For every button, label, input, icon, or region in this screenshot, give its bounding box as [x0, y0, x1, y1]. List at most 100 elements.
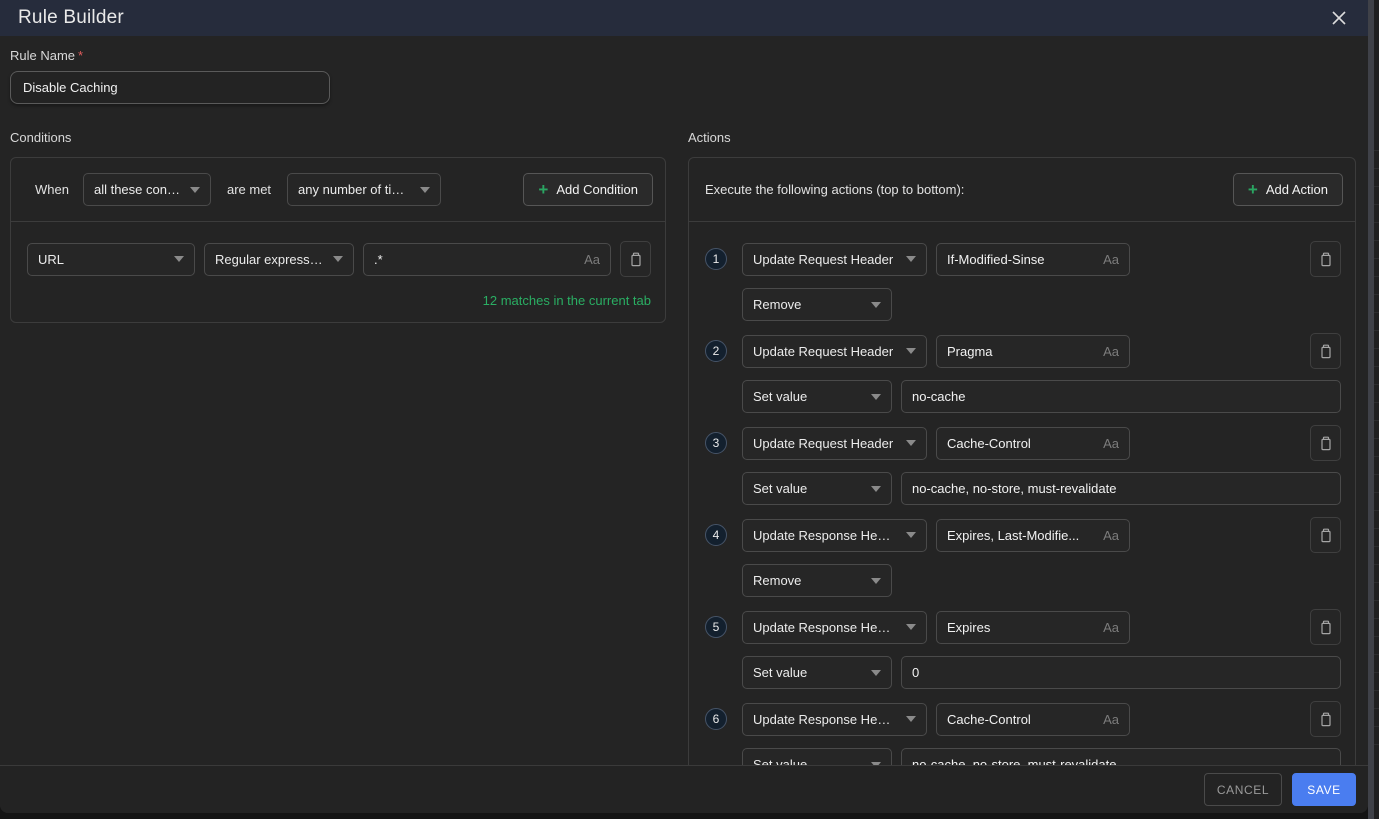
background-page-rowline: [1374, 330, 1379, 331]
action-type-dropdown[interactable]: Update Response Header: [742, 611, 927, 644]
action-number-badge: 6: [705, 708, 727, 730]
chevron-down-icon: [871, 302, 881, 308]
action-number-badge: 2: [705, 340, 727, 362]
condition-operator-dropdown[interactable]: Regular expression: [204, 243, 354, 276]
action-type-value: Update Response Header: [753, 620, 896, 635]
dialog-title: Rule Builder: [18, 7, 124, 29]
rule-name-label-text: Rule Name: [10, 48, 75, 63]
add-condition-button[interactable]: + Add Condition: [523, 173, 653, 206]
add-action-button[interactable]: + Add Action: [1233, 173, 1343, 206]
trash-icon: [1319, 620, 1333, 635]
cancel-button[interactable]: CANCEL: [1204, 773, 1282, 806]
chevron-down-icon: [906, 256, 916, 262]
header-name-field: Aa: [936, 703, 1130, 736]
chevron-down-icon: [871, 578, 881, 584]
chevron-down-icon: [333, 256, 343, 262]
condition-match-type-dropdown[interactable]: all these conditions: [83, 173, 211, 206]
background-page-rowline: [1374, 456, 1379, 457]
action-number-badge: 5: [705, 616, 727, 638]
trash-icon: [1319, 712, 1333, 727]
condition-row: URL Regular expression Aa: [27, 241, 651, 277]
header-name-field: Aa: [936, 427, 1130, 460]
action-operation-value: Remove: [753, 297, 861, 312]
header-value-field: [901, 656, 1341, 689]
page-scrollbar[interactable]: [1368, 0, 1379, 819]
header-name-input[interactable]: [947, 712, 1095, 727]
trash-icon: [1319, 344, 1333, 359]
condition-match-type-value: all these conditions: [94, 182, 180, 197]
background-page-rowline: [1374, 150, 1379, 151]
header-value-field: [901, 748, 1341, 765]
action-operation-dropdown[interactable]: Set value: [742, 748, 892, 765]
background-page-rowline: [1374, 384, 1379, 385]
save-button[interactable]: SAVE: [1292, 773, 1356, 806]
trash-icon: [1319, 252, 1333, 267]
delete-action-button[interactable]: [1310, 333, 1341, 369]
plus-icon: +: [1248, 181, 1258, 198]
action-type-value: Update Response Header: [753, 712, 896, 727]
action-operation-dropdown[interactable]: Set value: [742, 656, 892, 689]
add-condition-label: Add Condition: [556, 182, 638, 197]
delete-action-button[interactable]: [1310, 701, 1341, 737]
action-operation-value: Set value: [753, 389, 861, 404]
scrollbar-thumb[interactable]: [1368, 0, 1374, 819]
case-sensitivity-toggle[interactable]: Aa: [1103, 528, 1119, 543]
action-type-dropdown[interactable]: Update Request Header: [742, 335, 927, 368]
delete-action-button[interactable]: [1310, 241, 1341, 277]
background-page-rowline: [1374, 366, 1379, 367]
action-type-dropdown[interactable]: Update Request Header: [742, 427, 927, 460]
delete-action-button[interactable]: [1310, 609, 1341, 645]
header-name-input[interactable]: [947, 528, 1095, 543]
header-value-input[interactable]: [912, 665, 1330, 680]
chevron-down-icon: [906, 440, 916, 446]
case-sensitivity-toggle[interactable]: Aa: [1103, 712, 1119, 727]
delete-action-button[interactable]: [1310, 517, 1341, 553]
condition-field-value: URL: [38, 252, 164, 267]
background-page-rowline: [1374, 654, 1379, 655]
condition-field-dropdown[interactable]: URL: [27, 243, 195, 276]
case-sensitivity-toggle[interactable]: Aa: [584, 252, 600, 267]
plus-icon: +: [538, 181, 548, 198]
case-sensitivity-toggle[interactable]: Aa: [1103, 620, 1119, 635]
close-icon[interactable]: [1328, 7, 1350, 29]
condition-value-input[interactable]: [374, 252, 576, 267]
background-page-rowline: [1374, 186, 1379, 187]
header-value-input[interactable]: [912, 757, 1330, 765]
action-operation-dropdown[interactable]: Remove: [742, 564, 892, 597]
condition-frequency-dropdown[interactable]: any number of times: [287, 173, 441, 206]
action-operation-dropdown[interactable]: Remove: [742, 288, 892, 321]
delete-action-button[interactable]: [1310, 425, 1341, 461]
background-page-rowline: [1374, 312, 1379, 313]
case-sensitivity-toggle[interactable]: Aa: [1103, 436, 1119, 451]
action-row-6: 6 Update Response Header Aa: [705, 701, 1341, 765]
header-value-input[interactable]: [912, 481, 1330, 496]
actions-panel-body: 1 Update Request Header Aa: [689, 222, 1355, 765]
header-value-input[interactable]: [912, 389, 1330, 404]
header-name-input[interactable]: [947, 252, 1095, 267]
background-page-rowline: [1374, 510, 1379, 511]
background-page-rowline: [1374, 546, 1379, 547]
case-sensitivity-toggle[interactable]: Aa: [1103, 344, 1119, 359]
header-name-input[interactable]: [947, 436, 1095, 451]
action-type-dropdown[interactable]: Update Response Header: [742, 519, 927, 552]
action-number-badge: 3: [705, 432, 727, 454]
action-type-dropdown[interactable]: Update Response Header: [742, 703, 927, 736]
header-name-input[interactable]: [947, 344, 1095, 359]
background-page-rowline: [1374, 600, 1379, 601]
delete-condition-button[interactable]: [620, 241, 651, 277]
action-number-badge: 1: [705, 248, 727, 270]
case-sensitivity-toggle[interactable]: Aa: [1103, 252, 1119, 267]
when-label: When: [35, 182, 69, 197]
chevron-down-icon: [906, 624, 916, 630]
background-page-rowline: [1374, 726, 1379, 727]
chevron-down-icon: [871, 486, 881, 492]
action-operation-dropdown[interactable]: Set value: [742, 472, 892, 505]
header-name-input[interactable]: [947, 620, 1095, 635]
rule-name-input[interactable]: [10, 71, 330, 104]
background-page-rowline: [1374, 168, 1379, 169]
action-type-dropdown[interactable]: Update Request Header: [742, 243, 927, 276]
action-operation-dropdown[interactable]: Set value: [742, 380, 892, 413]
action-type-value: Update Response Header: [753, 528, 896, 543]
rule-builder-dialog: Rule Builder Rule Name* Conditions When: [0, 0, 1368, 813]
rule-name-block: Rule Name*: [10, 48, 1356, 104]
